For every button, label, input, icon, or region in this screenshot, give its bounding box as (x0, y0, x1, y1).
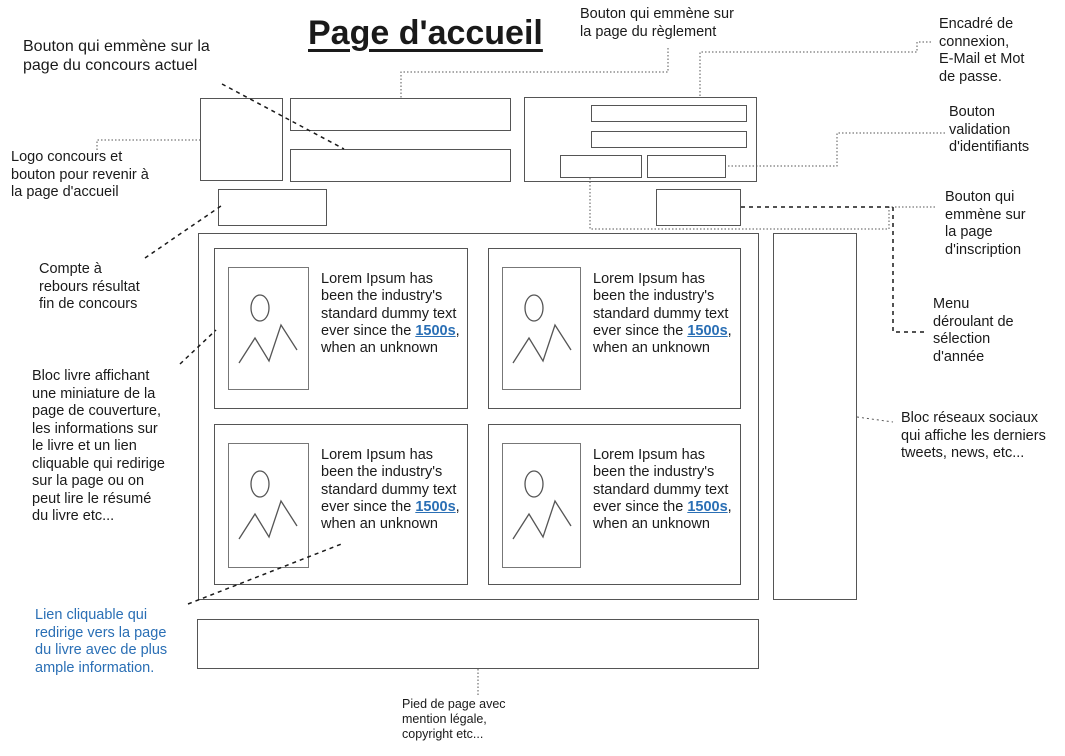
validate-connector (726, 132, 945, 167)
logo-box[interactable] (200, 98, 283, 181)
book-info-text: Lorem Ipsum has been the industry's stan… (321, 447, 461, 533)
image-placeholder-icon (512, 294, 572, 364)
book-card: Lorem Ipsum has been the industry's stan… (488, 248, 741, 409)
book-link[interactable]: 1500s (415, 323, 455, 339)
password-field-box[interactable] (591, 131, 747, 148)
countdown-box (218, 189, 327, 226)
countdown-note: Compte à rebours résultat fin de concour… (39, 261, 140, 312)
validate-button-note: Bouton validation d'identifiants (949, 104, 1030, 155)
signup-connector (589, 178, 935, 230)
book-cover-thumbnail[interactable] (228, 443, 309, 568)
signup-small-button-box[interactable] (560, 155, 642, 178)
social-block-box (773, 233, 857, 600)
book-info-text: Lorem Ipsum has been the industry's stan… (321, 271, 461, 357)
book-info-text: Lorem Ipsum has been the industry's stan… (593, 271, 733, 357)
rules-button-note: Bouton qui emmène sur la page du règleme… (580, 6, 734, 40)
book-link[interactable]: 1500s (687, 323, 727, 339)
book-link[interactable]: 1500s (415, 499, 455, 515)
contest-button-note: Bouton qui emmène sur la page du concour… (23, 38, 210, 74)
footer-note: Pied de page avec mention légale, copyri… (402, 697, 506, 741)
social-block-note: Bloc réseaux sociaux qui affiche les der… (901, 410, 1046, 461)
login-connector (699, 41, 931, 97)
rules-button-box[interactable] (290, 149, 511, 182)
login-box-note: Encadré de connexion, E-Mail et Mot de p… (939, 16, 1025, 85)
book-cover-thumbnail[interactable] (228, 267, 309, 390)
book-info-text: Lorem Ipsum has been the industry's stan… (593, 447, 733, 533)
email-field-box[interactable] (591, 105, 747, 122)
validate-button-box[interactable] (647, 155, 726, 178)
book-link[interactable]: 1500s (687, 499, 727, 515)
contest-button-box[interactable] (290, 98, 511, 131)
book-card: Lorem Ipsum has been the industry's stan… (214, 424, 468, 585)
image-placeholder-icon (238, 470, 298, 540)
book-card: Lorem Ipsum has been the industry's stan… (214, 248, 468, 409)
footer-box (197, 619, 759, 669)
book-card: Lorem Ipsum has been the industry's stan… (488, 424, 741, 585)
book-cover-thumbnail[interactable] (502, 267, 581, 390)
image-placeholder-icon (238, 294, 298, 364)
book-link-note: Lien cliquable qui redirige vers la page… (35, 607, 168, 676)
year-menu-note: Menu déroulant de sélection d'année (933, 296, 1014, 365)
signup-button-note: Bouton qui emmène sur la page d'inscript… (945, 189, 1026, 258)
page-title: Page d'accueil (308, 14, 543, 52)
year-menu-box[interactable] (656, 189, 741, 226)
logo-note: Logo concours et bouton pour revenir à l… (11, 149, 149, 200)
social-connector (856, 416, 894, 423)
image-placeholder-icon (512, 470, 572, 540)
rules-connector (400, 48, 669, 98)
book-cover-thumbnail[interactable] (502, 443, 581, 568)
book-block-note: Bloc livre affichant une miniature de la… (32, 368, 165, 524)
